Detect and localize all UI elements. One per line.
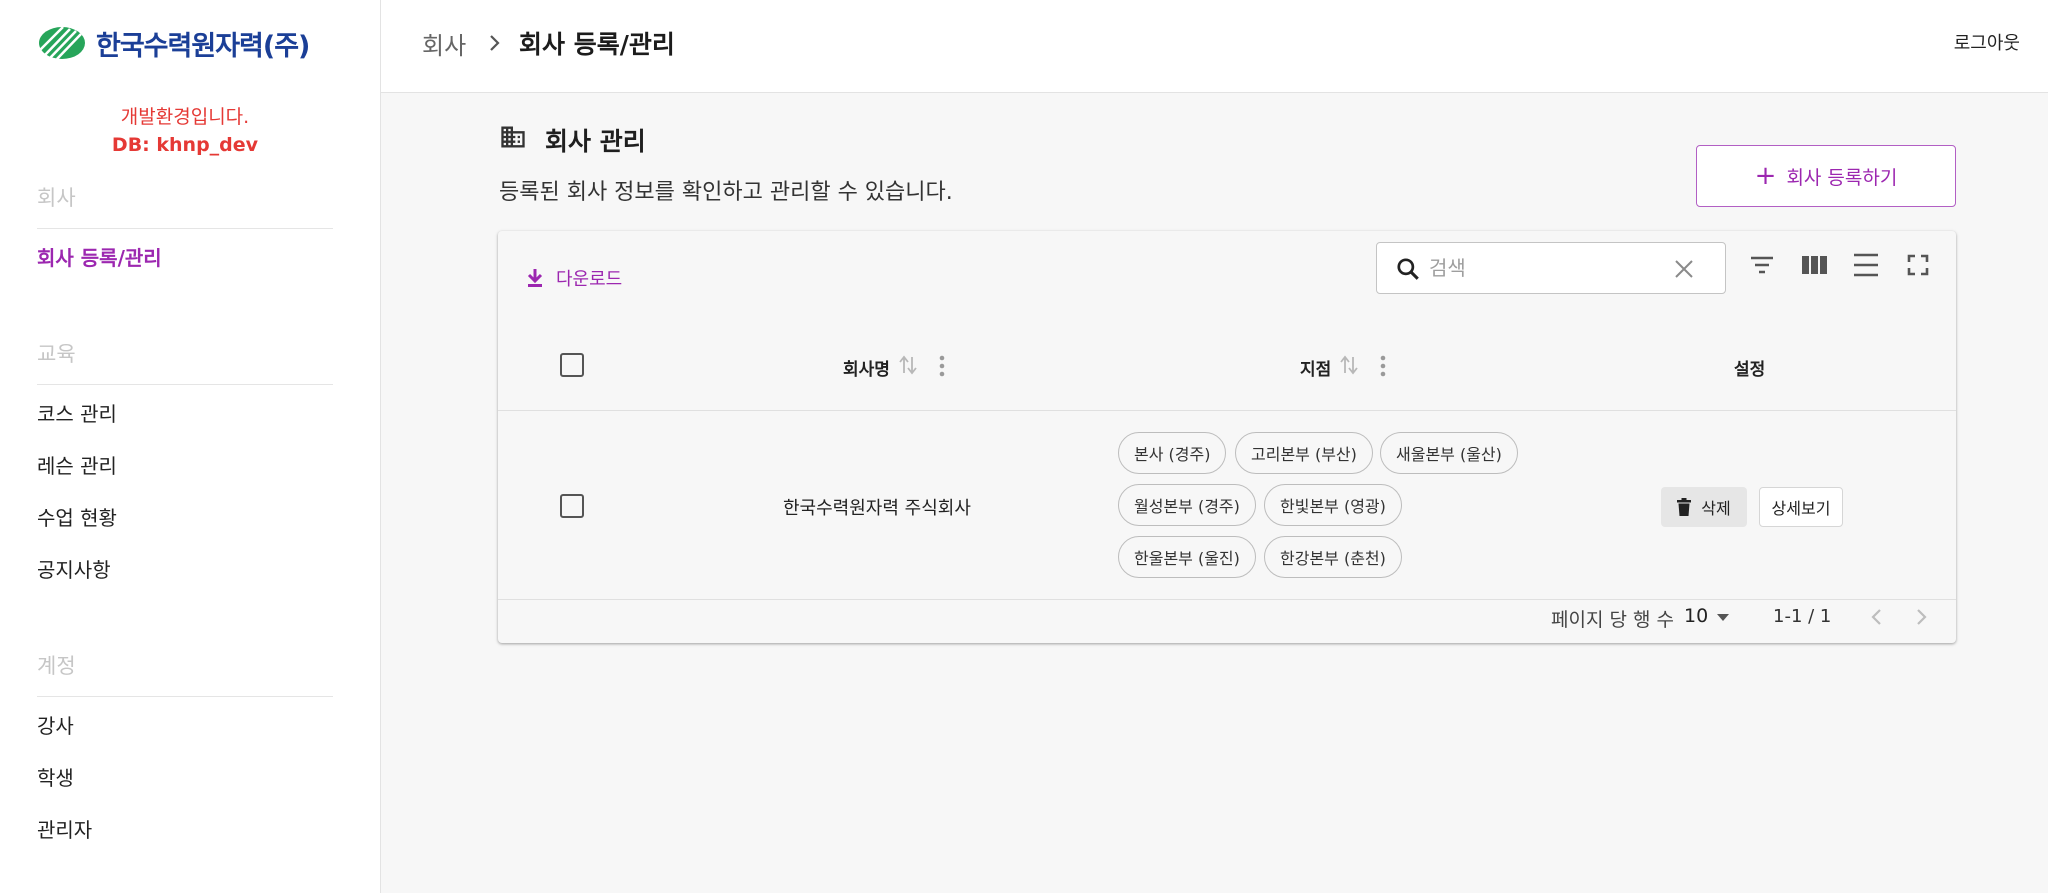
branch-chip: 한빛본부 (영광): [1264, 484, 1402, 526]
company-table-card: 다운로드 회사명 지점: [498, 231, 1956, 643]
breadcrumb-parent[interactable]: 회사: [422, 26, 466, 61]
column-menu-icon[interactable]: [1378, 353, 1388, 379]
section-divider: [37, 696, 333, 697]
sort-icon[interactable]: [898, 354, 918, 376]
branch-chip: 새울본부 (울산): [1380, 432, 1518, 474]
rows-per-page-label: 페이지 당 행 수: [1551, 609, 1674, 631]
sidebar: 한국수력원자력(주) 개발환경입니다. DB: khnp_dev 회사 회사 등…: [0, 0, 381, 893]
trash-icon: [1677, 498, 1692, 516]
db-name-notice: DB: khnp_dev: [111, 134, 259, 156]
sidebar-section-company: 회사: [37, 186, 76, 210]
download-label: 다운로드: [556, 269, 623, 290]
logo-mark-icon: [38, 26, 85, 60]
section-divider: [37, 384, 333, 385]
fullscreen-icon[interactable]: [1902, 249, 1934, 281]
sort-icon[interactable]: [1339, 354, 1359, 376]
sidebar-item-student[interactable]: 학생: [37, 762, 74, 791]
company-logo[interactable]: 한국수력원자력(주): [38, 26, 310, 62]
breadcrumb-current: 회사 등록/관리: [519, 30, 675, 59]
page-range: 1-1 / 1: [1773, 606, 1832, 627]
company-name-cell: 한국수력원자력 주식회사: [783, 498, 971, 519]
logout-link[interactable]: 로그아웃: [1954, 29, 2020, 55]
download-button[interactable]: 다운로드: [526, 265, 622, 291]
close-icon[interactable]: [1672, 257, 1696, 281]
column-header-company-name[interactable]: 회사명: [843, 355, 890, 380]
chevron-right-icon[interactable]: [1910, 606, 1932, 628]
columns-icon[interactable]: [1798, 249, 1830, 281]
table-header: 회사명 지점 설정: [498, 321, 1956, 411]
chevron-right-icon: [490, 35, 500, 51]
sidebar-item-admin[interactable]: 관리자: [37, 814, 92, 843]
sidebar-item-instructor[interactable]: 강사: [37, 710, 74, 739]
page-title: 회사 관리: [545, 127, 646, 156]
branch-chip: 고리본부 (부산): [1235, 432, 1373, 474]
branch-chip: 한울본부 (울진): [1118, 536, 1256, 578]
rows-per-page-select[interactable]: 10: [1684, 605, 1708, 627]
logo-text: 한국수력원자력(주): [96, 30, 310, 62]
sidebar-item-course[interactable]: 코스 관리: [37, 398, 117, 427]
column-header-settings: 설정: [1734, 360, 1766, 380]
branch-chip: 한강본부 (춘천): [1264, 536, 1402, 578]
sidebar-item-company-register[interactable]: 회사 등록/관리: [37, 242, 162, 271]
table-pagination: 페이지 당 행 수 10 1-1 / 1: [498, 601, 1956, 643]
delete-label: 삭제: [1701, 499, 1731, 518]
search-input[interactable]: [1429, 253, 1659, 283]
chevron-left-icon[interactable]: [1866, 606, 1888, 628]
column-menu-icon[interactable]: [937, 353, 947, 379]
sidebar-section-education: 교육: [37, 342, 76, 366]
column-header-branch[interactable]: 지점: [1300, 355, 1331, 380]
sidebar-item-notice[interactable]: 공지사항: [37, 554, 111, 583]
search-icon: [1397, 258, 1419, 280]
top-header: 회사 회사 등록/관리 로그아웃: [381, 0, 2048, 93]
density-icon[interactable]: [1850, 249, 1882, 281]
download-icon: [527, 269, 543, 287]
sidebar-section-account: 계정: [37, 654, 76, 678]
search-box[interactable]: [1376, 242, 1726, 294]
page-description: 등록된 회사 정보를 확인하고 관리할 수 있습니다.: [499, 180, 953, 205]
building-icon: [501, 126, 525, 148]
caret-down-icon[interactable]: [1715, 611, 1731, 623]
sidebar-item-lesson[interactable]: 레슨 관리: [37, 450, 117, 479]
dev-environment-notice: 개발환경입니다.: [120, 106, 250, 128]
view-detail-button[interactable]: 상세보기: [1759, 487, 1843, 527]
table-row: 한국수력원자력 주식회사 본사 (경주) 고리본부 (부산) 새울본부 (울산)…: [498, 412, 1956, 600]
delete-button[interactable]: 삭제: [1661, 487, 1747, 527]
branch-chip: 본사 (경주): [1118, 432, 1227, 474]
section-divider: [37, 228, 333, 229]
sidebar-item-class-status[interactable]: 수업 현황: [37, 502, 117, 531]
add-company-label: 회사 등록하기: [1786, 166, 1898, 189]
plus-icon: +: [1754, 161, 1777, 191]
filter-icon[interactable]: [1746, 249, 1778, 281]
row-checkbox[interactable]: [560, 494, 584, 518]
branch-chip: 월성본부 (경주): [1118, 484, 1256, 526]
add-company-button[interactable]: + 회사 등록하기: [1696, 145, 1956, 207]
select-all-checkbox[interactable]: [560, 353, 584, 377]
